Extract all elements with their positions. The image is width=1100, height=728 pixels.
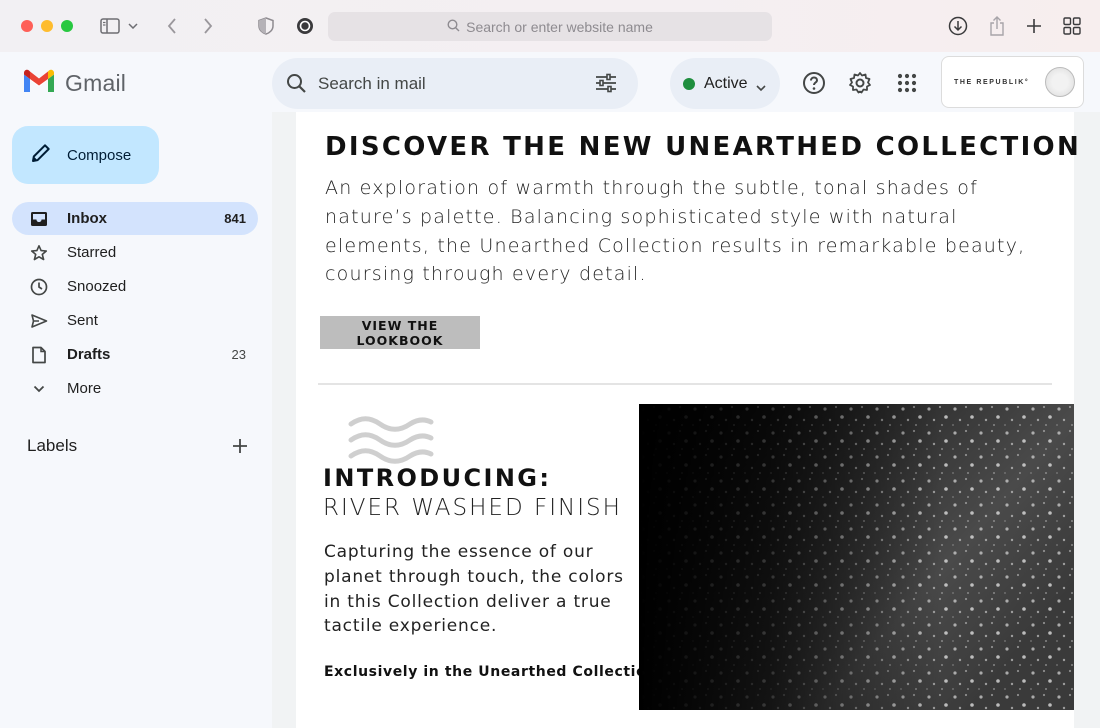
compose-label: Compose	[67, 146, 132, 164]
address-placeholder: Search or enter website name	[466, 18, 653, 35]
sidebar-item-sent[interactable]: Sent	[12, 304, 258, 337]
search-icon	[447, 18, 460, 35]
sidebar-item-starred[interactable]: Starred	[12, 236, 258, 269]
minimize-window-button[interactable]	[41, 20, 53, 32]
tab-overview-icon[interactable]	[1060, 14, 1084, 38]
browser-toolbar: Search or enter website name	[0, 0, 1100, 52]
account-brand[interactable]: THE REPUBLIK°	[941, 56, 1084, 108]
sidebar-item-label: Sent	[67, 312, 98, 329]
sidebar-item-label: Inbox	[67, 210, 107, 227]
pencil-icon	[30, 142, 52, 169]
help-icon[interactable]	[801, 70, 827, 96]
clock-icon	[29, 277, 49, 297]
share-icon[interactable]	[985, 14, 1009, 38]
send-icon	[29, 311, 49, 331]
sidebar-item-snoozed[interactable]: Snoozed	[12, 270, 258, 303]
search-options-icon[interactable]	[595, 73, 617, 98]
extension-icon[interactable]	[293, 14, 317, 38]
chevron-down-icon[interactable]	[125, 14, 141, 38]
intro-note: Exclusively in the Unearthed Collection.	[324, 664, 663, 680]
status-dot-icon	[683, 77, 695, 90]
unread-count: 841	[224, 211, 246, 226]
intro-body: Capturing the essence of our planet thro…	[324, 542, 624, 637]
apps-icon[interactable]	[894, 70, 920, 96]
sidebar-item-drafts[interactable]: Drafts 23	[12, 338, 258, 371]
email-lede: An exploration of warmth through the sub…	[325, 177, 1026, 286]
view-lookbook-button[interactable]: VIEW THE LOOKBOOK	[320, 316, 480, 349]
draft-icon	[29, 345, 49, 365]
message-pane: DISCOVER THE NEW UNEARTHED COLLECTION An…	[272, 112, 1100, 728]
waves-icon	[348, 416, 434, 469]
settings-icon[interactable]	[847, 70, 873, 96]
sidebar-item-more[interactable]: More	[12, 372, 258, 405]
close-window-button[interactable]	[21, 20, 33, 32]
river-washed-texture-image	[639, 404, 1074, 710]
star-icon	[29, 243, 49, 263]
sidebar-item-label: Starred	[67, 244, 117, 261]
back-icon[interactable]	[160, 14, 184, 38]
forward-icon[interactable]	[196, 14, 220, 38]
status-selector[interactable]: Active	[670, 58, 780, 109]
add-label-icon[interactable]	[228, 434, 252, 458]
gmail-m-icon	[22, 68, 56, 99]
new-tab-icon[interactable]	[1022, 14, 1046, 38]
sidebar-item-label: Snoozed	[67, 278, 127, 295]
address-bar[interactable]: Search or enter website name	[328, 12, 772, 41]
email-body: DISCOVER THE NEW UNEARTHED COLLECTION An…	[296, 112, 1079, 728]
chevron-down-icon	[756, 79, 766, 97]
draft-count: 23	[231, 347, 246, 362]
zoom-window-button[interactable]	[61, 20, 73, 32]
mail-search[interactable]: Search in mail	[272, 58, 638, 109]
labels-heading: Labels	[27, 436, 78, 455]
inbox-icon	[29, 209, 49, 229]
account-avatar	[1045, 67, 1075, 97]
app-name: Gmail	[65, 70, 127, 96]
intro-subtitle: RIVER WASHED FINISH	[323, 495, 622, 521]
compose-button[interactable]: Compose	[12, 126, 159, 184]
shield-icon[interactable]	[254, 14, 278, 38]
sidebar-item-label: More	[67, 380, 102, 397]
search-input[interactable]: Search in mail	[318, 74, 426, 94]
intro-title: INTRODUCING:	[323, 464, 552, 492]
sidebar-item-inbox[interactable]: Inbox 841	[12, 202, 258, 235]
section-divider	[318, 383, 1052, 385]
download-icon[interactable]	[946, 14, 970, 38]
chevron-down-icon	[29, 379, 49, 399]
search-icon[interactable]	[286, 73, 307, 99]
sidebar-item-label: Drafts	[67, 346, 111, 363]
status-label: Active	[704, 74, 748, 92]
brand-name: THE REPUBLIK°	[954, 78, 1030, 86]
gmail-logo[interactable]: Gmail	[22, 68, 126, 99]
email-headline: DISCOVER THE NEW UNEARTHED COLLECTION	[325, 132, 1082, 162]
sidebar-icon[interactable]	[98, 14, 122, 38]
